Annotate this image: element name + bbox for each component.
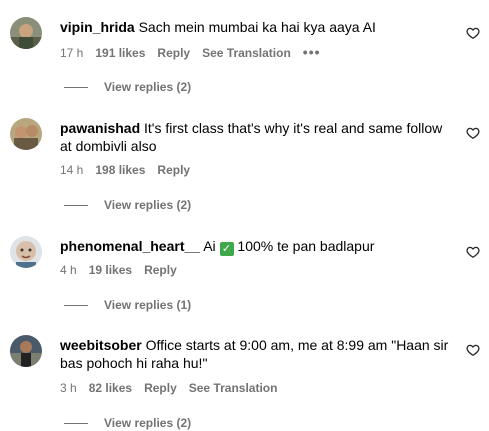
view-replies-label: View replies (2)	[104, 416, 192, 430]
comment-likes[interactable]: 198 likes	[95, 163, 145, 177]
divider-line	[64, 205, 88, 207]
like-heart-icon[interactable]	[466, 245, 480, 259]
reply-button[interactable]: Reply	[157, 46, 190, 60]
comment-likes[interactable]: 191 likes	[95, 46, 145, 60]
comment-text-continued: 100% te pan badlapur	[237, 238, 375, 254]
avatar[interactable]	[10, 17, 42, 49]
comment-time: 14 h	[60, 163, 84, 177]
comment-username[interactable]: phenomenal_heart__	[60, 238, 200, 254]
divider-line	[64, 305, 88, 307]
like-heart-icon[interactable]	[466, 26, 480, 40]
comment-likes[interactable]: 82 likes	[89, 381, 132, 395]
see-translation-button[interactable]: See Translation	[202, 46, 291, 60]
comment-time: 17 h	[60, 46, 84, 60]
view-replies-button[interactable]: View replies (1)	[64, 298, 191, 312]
view-replies-label: View replies (2)	[104, 198, 192, 212]
avatar[interactable]	[10, 335, 42, 367]
more-options-icon[interactable]: •••	[303, 44, 321, 60]
comment-username[interactable]: vipin_hrida	[60, 19, 135, 35]
avatar[interactable]	[10, 236, 42, 268]
comment-time: 4 h	[60, 263, 77, 277]
see-translation-button[interactable]: See Translation	[189, 381, 278, 395]
avatar[interactable]	[10, 118, 42, 150]
comment-text: Ai	[203, 238, 216, 254]
view-replies-label: View replies (1)	[104, 298, 192, 312]
divider-line	[64, 87, 88, 89]
comment-likes[interactable]: 19 likes	[89, 263, 132, 277]
like-heart-icon[interactable]	[466, 126, 480, 140]
comment-text: Sach mein mumbai ka hai kya aaya AI	[138, 19, 376, 35]
comment-username[interactable]: pawanishad	[60, 120, 140, 136]
like-heart-icon[interactable]	[466, 343, 480, 357]
view-replies-button[interactable]: View replies (2)	[64, 416, 191, 430]
view-replies-button[interactable]: View replies (2)	[64, 198, 191, 212]
view-replies-label: View replies (2)	[104, 80, 192, 94]
reply-button[interactable]: Reply	[144, 263, 177, 277]
reply-button[interactable]: Reply	[157, 163, 190, 177]
reply-button[interactable]: Reply	[144, 381, 177, 395]
comment-time: 3 h	[60, 381, 77, 395]
view-replies-button[interactable]: View replies (2)	[64, 80, 191, 94]
comment-username[interactable]: weebitsober	[60, 337, 142, 353]
check-mark-emoji-icon: ✓	[219, 242, 234, 256]
divider-line	[64, 423, 88, 425]
